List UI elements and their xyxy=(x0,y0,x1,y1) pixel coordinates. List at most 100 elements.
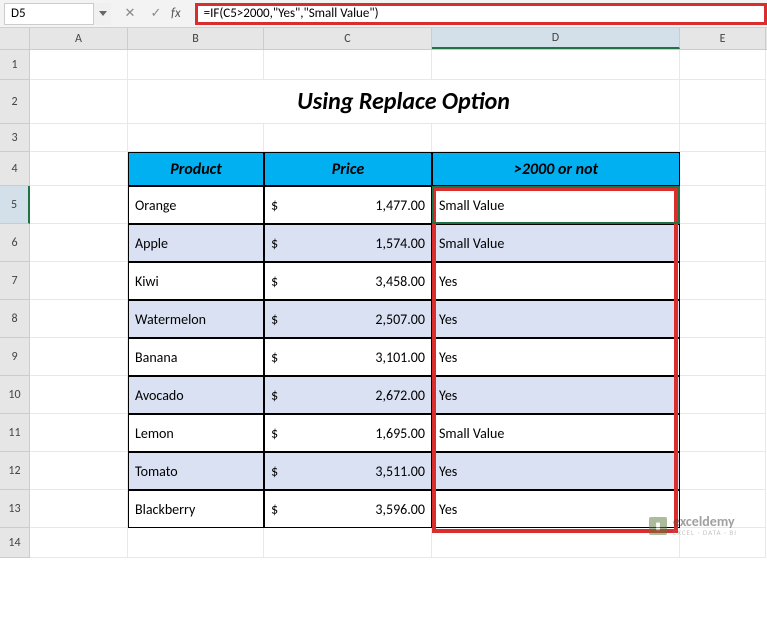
cell-D3[interactable] xyxy=(432,124,680,152)
cell-B6[interactable]: Apple xyxy=(128,224,264,262)
name-box[interactable]: D5 xyxy=(4,3,94,25)
cell-C6[interactable]: $1,574.00 xyxy=(264,224,432,262)
cell-A9[interactable] xyxy=(30,338,128,376)
col-header-B[interactable]: B xyxy=(128,28,264,49)
formula-enter-button[interactable]: ✓ xyxy=(145,3,167,25)
row-header-9[interactable]: 9 xyxy=(0,338,30,376)
cell-E4[interactable] xyxy=(680,152,766,186)
select-all-corner[interactable] xyxy=(0,28,30,49)
cell-E10[interactable] xyxy=(680,376,766,414)
name-box-dropdown[interactable] xyxy=(93,3,111,25)
col-header-A[interactable]: A xyxy=(30,28,128,49)
cell-C11[interactable]: $1,695.00 xyxy=(264,414,432,452)
cell-E11[interactable] xyxy=(680,414,766,452)
cell-A13[interactable] xyxy=(30,490,128,528)
cell-A5[interactable] xyxy=(30,186,128,224)
cell-B3[interactable] xyxy=(128,124,264,152)
row-header-4[interactable]: 4 xyxy=(0,152,30,186)
cell-D11[interactable]: Small Value xyxy=(432,414,680,452)
row-header-11[interactable]: 11 xyxy=(0,414,30,452)
cell-E12[interactable] xyxy=(680,452,766,490)
cell-A6[interactable] xyxy=(30,224,128,262)
cell-C1[interactable] xyxy=(264,50,432,80)
cell-B1[interactable] xyxy=(128,50,264,80)
cell-D7[interactable]: Yes xyxy=(432,262,680,300)
cell-C13[interactable]: $3,596.00 xyxy=(264,490,432,528)
row-header-6[interactable]: 6 xyxy=(0,224,30,262)
watermark-tag: EXCEL · DATA · BI xyxy=(673,529,737,536)
row-header-10[interactable]: 10 xyxy=(0,376,30,414)
cell-C10[interactable]: $2,672.00 xyxy=(264,376,432,414)
row-header-3[interactable]: 3 xyxy=(0,124,30,152)
cell-A7[interactable] xyxy=(30,262,128,300)
cell-C8[interactable]: $2,507.00 xyxy=(264,300,432,338)
cell-A14[interactable] xyxy=(30,528,128,558)
cell-E2[interactable] xyxy=(680,80,766,124)
cell-D1[interactable] xyxy=(432,50,680,80)
row-header-12[interactable]: 12 xyxy=(0,452,30,490)
watermark: ▮ exceldemy EXCEL · DATA · BI xyxy=(649,515,737,536)
cell-B8[interactable]: Watermelon xyxy=(128,300,264,338)
cell-D6[interactable]: Small Value xyxy=(432,224,680,262)
cell-D10[interactable]: Yes xyxy=(432,376,680,414)
cell-B9[interactable]: Banana xyxy=(128,338,264,376)
row-header-13[interactable]: 13 xyxy=(0,490,30,528)
cell-A10[interactable] xyxy=(30,376,128,414)
cell-A3[interactable] xyxy=(30,124,128,152)
row-header-8[interactable]: 8 xyxy=(0,300,30,338)
cell-D5[interactable]: Small Value xyxy=(432,186,680,224)
cell-A11[interactable] xyxy=(30,414,128,452)
cell-B11[interactable]: Lemon xyxy=(128,414,264,452)
cell-D14[interactable] xyxy=(432,528,680,558)
cell-C5[interactable]: $1,477.00 xyxy=(264,186,432,224)
row-header-2[interactable]: 2 xyxy=(0,80,30,124)
col-header-C[interactable]: C xyxy=(264,28,432,49)
cell-B5[interactable]: Orange xyxy=(128,186,264,224)
chevron-down-icon xyxy=(99,11,107,17)
formula-input[interactable]: =IF(C5>2000,"Yes","Small Value") xyxy=(195,3,767,25)
cell-E9[interactable] xyxy=(680,338,766,376)
cell-B12[interactable]: Tomato xyxy=(128,452,264,490)
cell-E7[interactable] xyxy=(680,262,766,300)
row-header-14[interactable]: 14 xyxy=(0,528,30,558)
col-header-E[interactable]: E xyxy=(680,28,766,49)
cell-A2[interactable] xyxy=(30,80,128,124)
cell-C9[interactable]: $3,101.00 xyxy=(264,338,432,376)
cell-A12[interactable] xyxy=(30,452,128,490)
cell-D8[interactable]: Yes xyxy=(432,300,680,338)
cell-E8[interactable] xyxy=(680,300,766,338)
cell-B10[interactable]: Avocado xyxy=(128,376,264,414)
cell-C3[interactable] xyxy=(264,124,432,152)
cell-A4[interactable] xyxy=(30,152,128,186)
cell-E1[interactable] xyxy=(680,50,766,80)
watermark-logo-icon: ▮ xyxy=(649,517,667,535)
cell-B14[interactable] xyxy=(128,528,264,558)
column-headers: A B C D E xyxy=(0,28,767,50)
cell-C7[interactable]: $3,458.00 xyxy=(264,262,432,300)
cell-E6[interactable] xyxy=(680,224,766,262)
page-title: Using Replace Option xyxy=(297,87,510,116)
row-header-5[interactable]: 5 xyxy=(0,186,30,224)
cell-C12[interactable]: $3,511.00 xyxy=(264,452,432,490)
title-cell[interactable]: Using Replace Option xyxy=(128,80,680,124)
cell-A1[interactable] xyxy=(30,50,128,80)
fx-label[interactable]: fx xyxy=(171,6,187,21)
row-header-7[interactable]: 7 xyxy=(0,262,30,300)
col-header-D[interactable]: D xyxy=(432,28,680,49)
cell-B7[interactable]: Kiwi xyxy=(128,262,264,300)
row-header-1[interactable]: 1 xyxy=(0,50,30,80)
cell-E3[interactable] xyxy=(680,124,766,152)
cell-D9[interactable]: Yes xyxy=(432,338,680,376)
header-price[interactable]: Price xyxy=(264,152,432,186)
formula-cancel-button[interactable]: ✕ xyxy=(119,3,141,25)
header-check[interactable]: >2000 or not xyxy=(432,152,680,186)
formula-bar: D5 ✕ ✓ fx =IF(C5>2000,"Yes","Small Value… xyxy=(0,0,767,28)
cell-B13[interactable]: Blackberry xyxy=(128,490,264,528)
cell-E5[interactable] xyxy=(680,186,766,224)
cell-D13[interactable]: Yes xyxy=(432,490,680,528)
header-product[interactable]: Product xyxy=(128,152,264,186)
cell-A8[interactable] xyxy=(30,300,128,338)
cells-area: Using Replace Option Product Price >2000… xyxy=(30,50,767,558)
cell-C14[interactable] xyxy=(264,528,432,558)
cell-D12[interactable]: Yes xyxy=(432,452,680,490)
